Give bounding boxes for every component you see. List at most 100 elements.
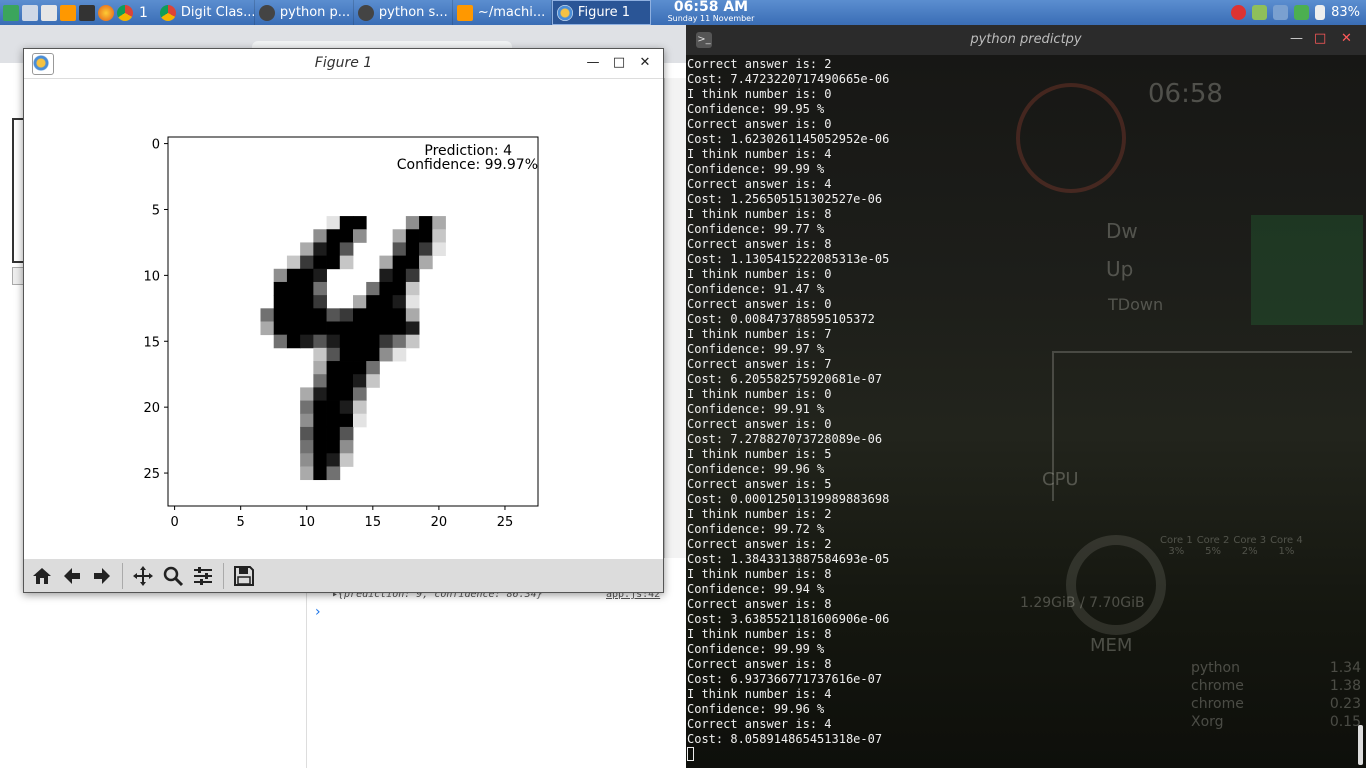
terminal-line: Cost: 1.3843313887584693e-05 — [687, 552, 890, 566]
image-pixel — [313, 308, 327, 322]
task-chrome[interactable]: Digit Clas... — [156, 0, 255, 25]
devtools-panel-strip — [664, 78, 686, 558]
task-sublime[interactable]: ~/machi... — [453, 0, 552, 25]
image-pixel — [273, 334, 288, 349]
image-pixel — [392, 347, 407, 362]
battery-icon[interactable] — [1315, 5, 1326, 20]
configure-subplots-icon[interactable] — [189, 562, 217, 590]
back-arrow-icon[interactable] — [58, 562, 86, 590]
terminal-line: Correct answer is: 8 — [687, 237, 832, 251]
terminal-line: Confidence: 99.77 % — [687, 222, 825, 236]
volume-icon[interactable] — [1294, 5, 1310, 20]
maximize-icon[interactable]: □ — [610, 54, 628, 72]
close-icon[interactable]: ✕ — [1341, 31, 1352, 46]
save-icon[interactable] — [230, 562, 258, 590]
record-icon[interactable] — [1231, 5, 1247, 20]
zoom-icon[interactable] — [159, 562, 187, 590]
image-pixel — [326, 440, 341, 454]
image-pixel — [300, 387, 314, 401]
image-pixel — [326, 400, 341, 415]
image-pixel — [366, 347, 380, 362]
task-label: python p... — [279, 5, 351, 20]
image-pixel — [432, 216, 446, 230]
x-tick-label: 20 — [431, 515, 448, 530]
task-terminal-1[interactable]: python p... — [255, 0, 354, 25]
image-pixel — [313, 374, 327, 388]
figure-window[interactable]: Figure 1 — □ ✕ 0 5 10 15 20 25 0 5 10 15 20 25 Pred… — [23, 48, 664, 593]
wifi-icon[interactable] — [1273, 5, 1289, 20]
image-pixel — [313, 281, 327, 296]
home-icon[interactable] — [28, 562, 56, 590]
image-pixel — [379, 281, 394, 296]
minimize-icon[interactable]: — — [1290, 31, 1303, 46]
chrome-icon[interactable] — [117, 4, 133, 21]
image-pixel — [339, 374, 354, 388]
firefox-icon[interactable] — [98, 4, 114, 21]
image-pixel — [313, 413, 327, 428]
image-pixel — [313, 334, 327, 349]
image-pixel — [300, 466, 314, 481]
sublime-icon[interactable] — [60, 4, 76, 21]
image-pixel — [286, 334, 301, 349]
y-tick-label: 10 — [143, 269, 160, 284]
workspace-number[interactable]: 1 — [139, 5, 148, 21]
terminal-icon[interactable] — [79, 4, 95, 21]
image-pixel — [313, 347, 327, 362]
task-figure[interactable]: Figure 1 — [551, 0, 651, 25]
terminal-line: Correct answer is: 2 — [687, 537, 832, 551]
conky-logo — [1251, 215, 1363, 325]
terminal-window[interactable]: 06:58 Dw Up TDown CPU Core 1 3% Core 2 5% … — [686, 25, 1366, 768]
image-pixel — [379, 334, 394, 349]
image-pixel — [366, 295, 380, 309]
image-pixel — [260, 308, 275, 322]
terminal-scrollbar[interactable] — [1358, 725, 1363, 765]
terminal-titlebar[interactable]: >_ python predictpy — □ ✕ — [686, 25, 1366, 55]
image-pixel — [392, 334, 407, 349]
terminal-line: Correct answer is: 2 — [687, 57, 832, 71]
image-pixel — [326, 361, 341, 375]
menu-icon[interactable] — [3, 4, 19, 21]
figure-titlebar[interactable]: Figure 1 — □ ✕ — [24, 49, 663, 79]
clock[interactable]: 06:58 AM Sunday 11 November — [656, 0, 766, 25]
close-icon[interactable]: ✕ — [636, 54, 654, 72]
maximize-icon[interactable]: □ — [1314, 31, 1326, 46]
task-terminal-2[interactable]: python s... — [354, 0, 453, 25]
clock-date: Sunday 11 November — [667, 14, 755, 23]
image-pixel — [300, 255, 314, 270]
image-pixel — [392, 321, 407, 336]
console-prompt-icon[interactable]: › — [315, 604, 321, 620]
terminal-line: Cost: 1.6230261145052952e-06 — [687, 132, 890, 146]
terminal-icon — [357, 4, 374, 21]
terminal-line: Confidence: 99.96 % — [687, 702, 825, 716]
terminal-line: I think number is: 0 — [687, 87, 832, 101]
image-pixel — [353, 216, 367, 230]
file-manager-icon[interactable] — [22, 4, 38, 21]
image-pixel — [273, 321, 288, 336]
image-pixel — [313, 321, 327, 336]
image-pixel — [379, 295, 394, 309]
conky-net-up: Up — [1106, 257, 1134, 281]
shield-icon[interactable] — [1252, 5, 1268, 20]
forward-arrow-icon[interactable] — [88, 562, 116, 590]
image-pixel — [286, 255, 301, 270]
figure-canvas[interactable]: 0 5 10 15 20 25 0 5 10 15 20 25 Prediction: 4 Confi… — [24, 79, 663, 559]
image-pixel — [286, 321, 301, 336]
y-tick-label: 25 — [143, 467, 160, 482]
terminal-cursor[interactable] — [687, 747, 889, 763]
image-pixel — [339, 347, 354, 362]
chrome-icon — [159, 4, 176, 21]
image-pixel — [313, 229, 327, 243]
image-pixel — [313, 400, 327, 415]
image-pixel — [286, 295, 301, 309]
minimize-icon[interactable]: — — [584, 54, 602, 72]
image-pixel — [300, 308, 314, 322]
conky-mem-label: MEM — [1090, 635, 1133, 656]
image-pixel — [405, 268, 420, 283]
terminal-line: Confidence: 99.99 % — [687, 162, 825, 176]
pan-icon[interactable] — [129, 562, 157, 590]
terminal-line: Cost: 1.256505151302527e-06 — [687, 192, 883, 206]
image-pixel — [366, 334, 380, 349]
image-pixel — [379, 308, 394, 322]
terminal-line: Confidence: 99.96 % — [687, 462, 825, 476]
files-icon[interactable] — [41, 4, 57, 21]
